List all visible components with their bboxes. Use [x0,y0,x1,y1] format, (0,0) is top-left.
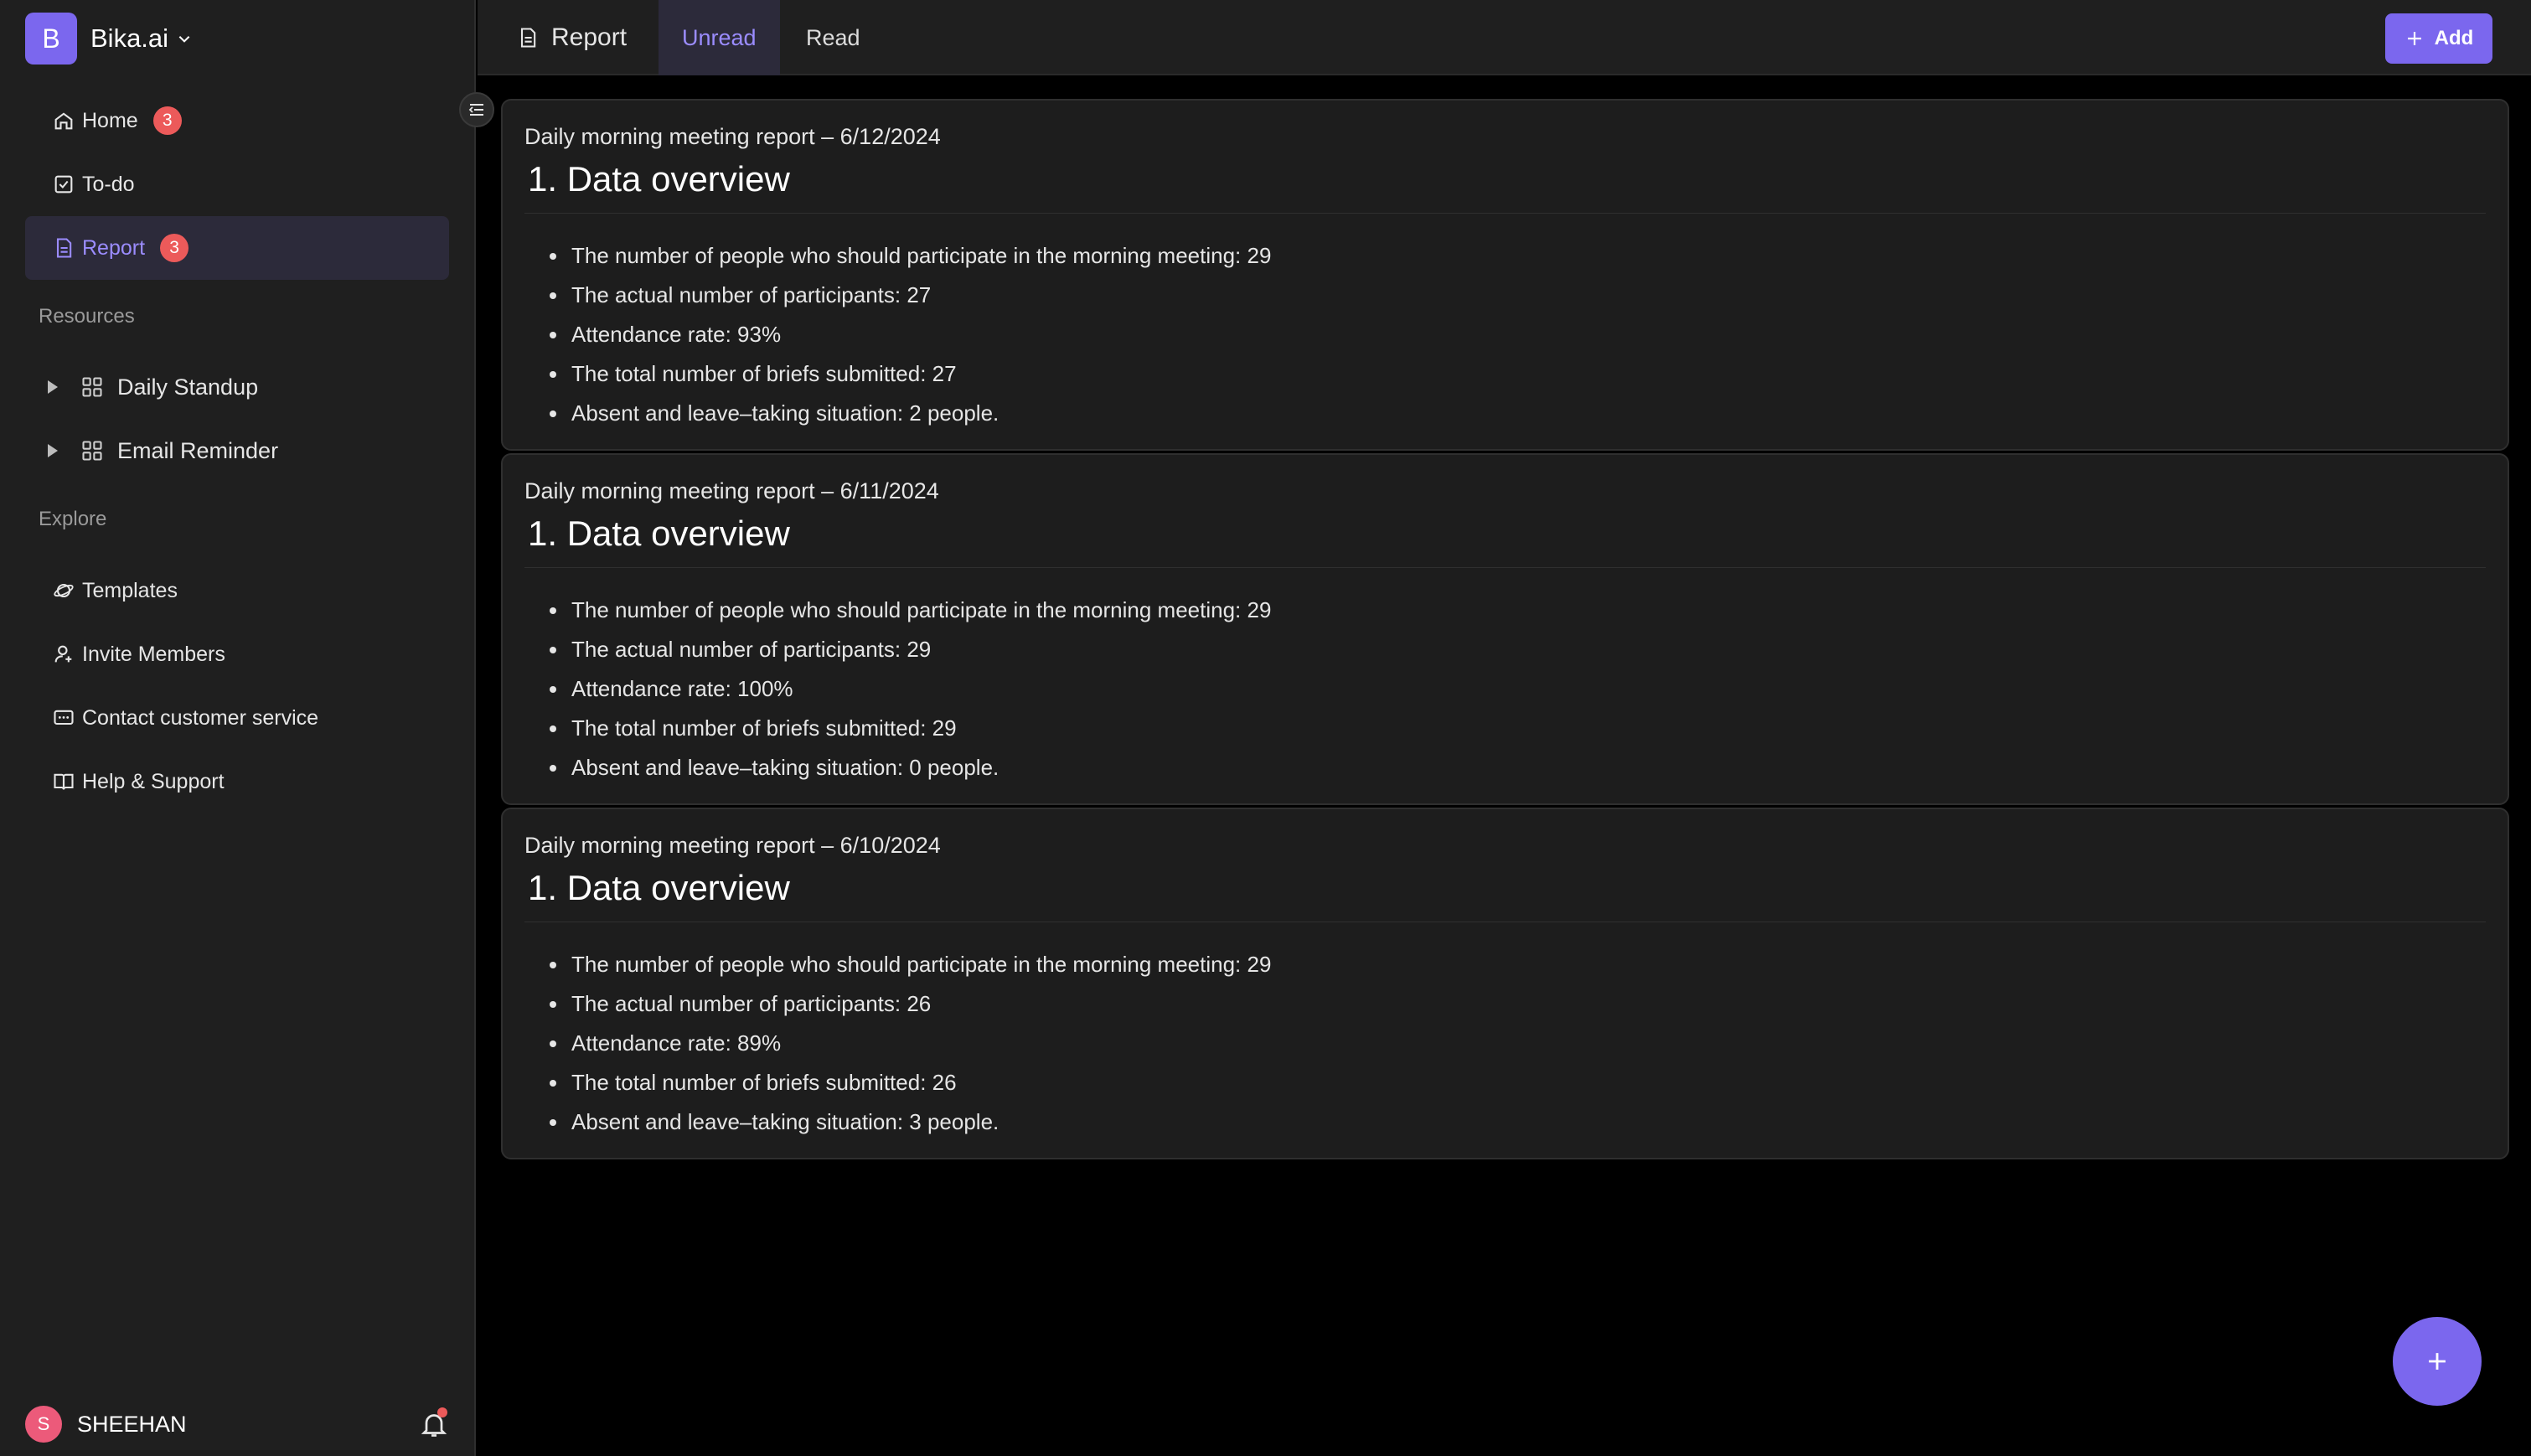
chat-icon [54,710,74,725]
explore-section-label: Explore [39,508,107,530]
resource-label: Daily Standup [117,374,259,400]
plus-icon [2407,32,2421,45]
grid-icon [82,377,102,397]
sidebar-item-label: Contact customer service [82,705,319,730]
list-item: Attendance rate: 89% [524,1024,1271,1063]
floating-add-button[interactable] [2393,1317,2482,1406]
avatar: S [25,1406,62,1443]
report-title: Daily morning meeting report – 6/11/2024 [524,478,939,503]
sidebar-item-todo[interactable]: To-do [25,152,449,216]
document-icon [56,238,72,258]
notification-button[interactable] [416,1401,449,1448]
chevron-down-icon [178,36,190,43]
tab-label: Read [806,24,860,50]
document-icon [520,28,536,48]
user-plus-icon [54,645,72,663]
add-button-label: Add [2434,27,2474,49]
report-heading: 1. Data overview [528,514,790,553]
report-card[interactable]: Daily morning meeting report – 6/11/2024… [501,453,2509,805]
workspace-name: Bika.ai [90,23,169,53]
report-heading: 1. Data overview [528,868,790,907]
sidebar-item-label: Report [82,235,146,260]
divider [524,213,2486,214]
report-card[interactable]: Daily morning meeting report – 6/10/2024… [501,808,2509,1159]
home-icon [54,112,73,130]
expand-arrow-icon[interactable] [42,441,62,461]
page-title: Report [516,0,627,75]
plus-icon [2429,1353,2446,1370]
list-item: The number of people who should particip… [524,236,1271,276]
sidebar-item-help-support[interactable]: Help & Support [25,750,449,813]
list-item: The total number of briefs submitted: 29 [524,709,1271,748]
expand-arrow-icon[interactable] [42,377,62,397]
list-item: Absent and leave–taking situation: 2 peo… [524,394,1271,433]
add-button[interactable]: Add [2385,13,2492,64]
home-count-badge: 3 [152,106,182,135]
sidebar-item-templates[interactable]: Templates [25,559,449,622]
list-item: The total number of briefs submitted: 26 [524,1063,1271,1102]
tab-unread[interactable]: Unread [659,0,780,75]
user-profile[interactable]: S SHEEHAN [25,1401,449,1448]
report-title: Daily morning meeting report – 6/10/2024 [524,833,941,858]
list-item: Absent and leave–taking situation: 0 peo… [524,748,1271,787]
report-heading: 1. Data overview [528,159,790,199]
list-item: Absent and leave–taking situation: 3 peo… [524,1102,1271,1142]
header-bar: Report Unread Read Add [478,0,2531,75]
list-item: The actual number of participants: 29 [524,630,1271,669]
checkbox-icon [54,175,73,194]
grid-icon [82,441,102,461]
report-card[interactable]: Daily morning meeting report – 6/12/2024… [501,99,2509,451]
sidebar: B Bika.ai Home 3 To-do Report 3 Resource… [0,0,476,1456]
sidebar-item-home[interactable]: Home 3 [25,89,449,152]
report-items: The number of people who should particip… [524,236,1271,433]
list-item: The number of people who should particip… [524,591,1271,630]
tab-label: Unread [682,24,757,50]
collapse-sidebar-button[interactable] [459,92,494,127]
planet-icon [54,583,74,598]
workspace-logo: B [25,13,77,65]
report-items: The number of people who should particip… [524,945,1271,1142]
list-item: The actual number of participants: 26 [524,984,1271,1024]
sidebar-item-label: Templates [82,578,178,602]
list-item: Attendance rate: 100% [524,669,1271,709]
sidebar-item-report[interactable]: Report 3 [25,216,449,280]
report-count-badge: 3 [160,234,189,262]
report-title: Daily morning meeting report – 6/12/2024 [524,124,941,149]
sidebar-item-label: Invite Members [82,642,225,666]
list-item: The actual number of participants: 27 [524,276,1271,315]
page-title-text: Report [551,23,628,51]
book-icon [54,773,74,790]
app-root: B Bika.ai Home 3 To-do Report 3 Resource… [0,0,2531,1456]
sidebar-item-label: To-do [82,172,135,196]
resource-item-email-reminder[interactable]: Email Reminder [25,419,449,483]
user-name: SHEEHAN [77,1411,187,1437]
sidebar-item-contact-customer-service[interactable]: Contact customer service [25,686,449,750]
collapse-icon [468,104,483,116]
notification-dot [437,1407,447,1417]
list-item: The total number of briefs submitted: 27 [524,354,1271,394]
divider [524,567,2486,568]
tab-read[interactable]: Read [783,0,884,75]
workspace-switcher[interactable]: B Bika.ai [25,13,192,65]
resources-section-label: Resources [39,305,135,328]
sidebar-item-invite-members[interactable]: Invite Members [25,622,449,686]
sidebar-item-label: Home [82,108,138,132]
sidebar-item-label: Help & Support [82,769,225,793]
list-item: Attendance rate: 93% [524,315,1271,354]
report-items: The number of people who should particip… [524,591,1271,787]
list-item: The number of people who should particip… [524,945,1271,984]
resource-item-daily-standup[interactable]: Daily Standup [25,355,449,419]
resource-label: Email Reminder [117,437,279,463]
